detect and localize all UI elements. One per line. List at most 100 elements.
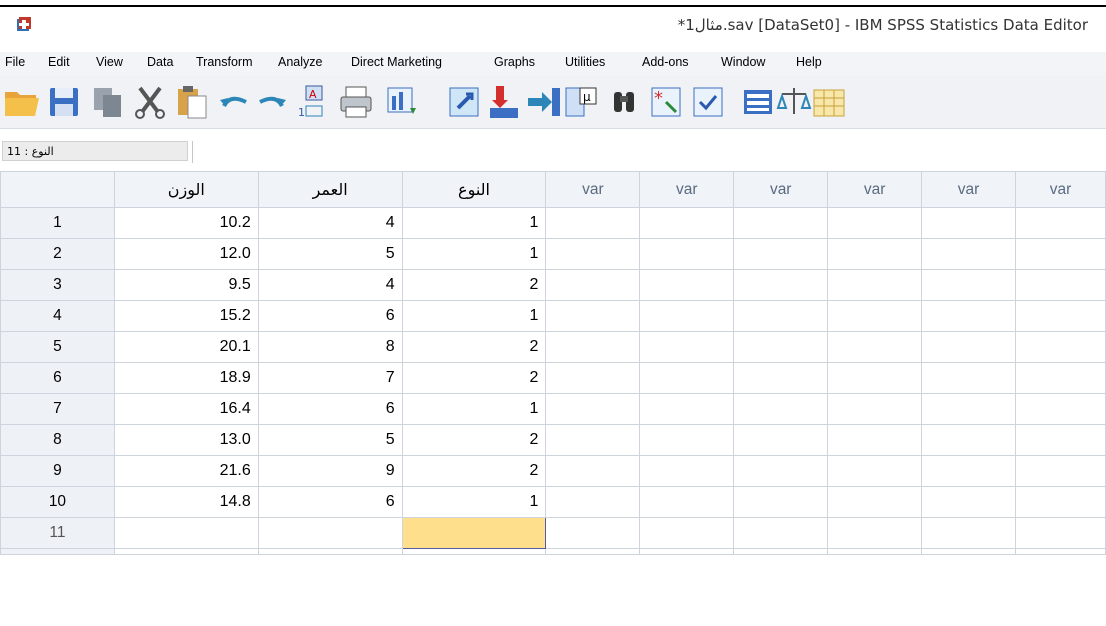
insert-variable-icon[interactable] xyxy=(524,82,564,122)
empty-cell[interactable] xyxy=(827,548,923,555)
data-cell[interactable]: 2 xyxy=(401,331,547,363)
menu-edit[interactable]: Edit xyxy=(48,55,70,69)
empty-cell[interactable] xyxy=(827,331,923,363)
data-cell[interactable]: 2 xyxy=(401,455,547,487)
row-number[interactable]: 6 xyxy=(0,362,115,394)
empty-cell[interactable] xyxy=(827,424,923,456)
data-cell[interactable]: 4 xyxy=(257,269,403,301)
empty-cell[interactable] xyxy=(827,393,923,425)
empty-cell[interactable] xyxy=(733,455,829,487)
row-number[interactable]: 8 xyxy=(0,424,115,456)
empty-cell[interactable] xyxy=(921,238,1016,270)
empty-cell[interactable] xyxy=(1014,300,1106,332)
empty-cell[interactable] xyxy=(921,393,1016,425)
empty-cell[interactable] xyxy=(639,424,735,456)
value-labels-icon[interactable] xyxy=(738,82,778,122)
empty-cell[interactable] xyxy=(921,486,1016,518)
empty-cell[interactable] xyxy=(545,269,641,301)
empty-cell[interactable] xyxy=(733,300,829,332)
data-cell[interactable]: 4 xyxy=(257,207,403,239)
empty-cell[interactable] xyxy=(921,207,1016,239)
data-cell[interactable]: 13.0 xyxy=(113,424,259,456)
data-cell[interactable] xyxy=(113,517,259,549)
menu-help[interactable]: Help xyxy=(796,55,822,69)
row-number[interactable]: 11 xyxy=(0,517,115,549)
data-cell[interactable]: 9 xyxy=(257,455,403,487)
data-cell[interactable]: 6 xyxy=(257,393,403,425)
menu-view[interactable]: View xyxy=(96,55,123,69)
menu-direct-marketing[interactable]: Direct Marketing xyxy=(351,55,442,69)
empty-cell[interactable] xyxy=(639,455,735,487)
menu-data[interactable]: Data xyxy=(147,55,173,69)
column-header[interactable]: var xyxy=(921,171,1016,208)
data-cell[interactable]: 2 xyxy=(401,269,547,301)
column-header[interactable]: var xyxy=(639,171,735,208)
column-header[interactable]: الوزن xyxy=(113,171,259,208)
print-icon[interactable] xyxy=(336,82,376,122)
data-cell[interactable]: 14.8 xyxy=(113,486,259,518)
empty-cell[interactable] xyxy=(639,238,735,270)
data-cell[interactable]: 1 xyxy=(401,393,547,425)
data-cell[interactable]: 1 xyxy=(401,300,547,332)
find-icon[interactable] xyxy=(604,82,644,122)
data-cell[interactable]: 1 xyxy=(401,238,547,270)
empty-cell[interactable] xyxy=(0,548,115,555)
empty-cell[interactable] xyxy=(921,548,1016,555)
empty-cell[interactable] xyxy=(1014,362,1106,394)
data-cell[interactable] xyxy=(257,517,403,549)
empty-cell[interactable] xyxy=(1014,424,1106,456)
empty-cell[interactable] xyxy=(639,331,735,363)
empty-cell[interactable] xyxy=(1014,269,1106,301)
column-header[interactable]: العمر xyxy=(257,171,403,208)
menu-transform[interactable]: Transform xyxy=(196,55,253,69)
empty-cell[interactable] xyxy=(545,424,641,456)
data-view-icon[interactable] xyxy=(382,82,422,122)
empty-cell[interactable] xyxy=(921,362,1016,394)
row-number[interactable]: 3 xyxy=(0,269,115,301)
empty-cell[interactable] xyxy=(733,393,829,425)
data-cell[interactable]: 2 xyxy=(401,424,547,456)
empty-cell[interactable] xyxy=(827,486,923,518)
spss-app-icon[interactable] xyxy=(16,16,32,32)
menu-graphs[interactable]: Graphs xyxy=(494,55,535,69)
empty-cell[interactable] xyxy=(639,207,735,239)
empty-cell[interactable] xyxy=(545,548,641,555)
data-cell[interactable]: 1 xyxy=(401,486,547,518)
empty-cell[interactable] xyxy=(827,300,923,332)
empty-cell[interactable] xyxy=(921,300,1016,332)
empty-cell[interactable] xyxy=(639,362,735,394)
data-cell[interactable]: 1 xyxy=(401,207,547,239)
empty-cell[interactable] xyxy=(733,238,829,270)
empty-cell[interactable] xyxy=(733,486,829,518)
data-cell[interactable]: 7 xyxy=(257,362,403,394)
data-cell[interactable]: 21.6 xyxy=(113,455,259,487)
empty-cell[interactable] xyxy=(639,269,735,301)
row-number[interactable]: 7 xyxy=(0,393,115,425)
selected-cell[interactable] xyxy=(401,517,547,549)
empty-cell[interactable] xyxy=(921,424,1016,456)
empty-cell[interactable] xyxy=(921,517,1016,549)
data-cell[interactable]: 10.2 xyxy=(113,207,259,239)
insert-case-icon[interactable] xyxy=(484,82,524,122)
empty-cell[interactable] xyxy=(1014,207,1106,239)
data-cell[interactable]: 18.9 xyxy=(113,362,259,394)
copy-icon[interactable] xyxy=(88,82,128,122)
menu-analyze[interactable]: Analyze xyxy=(278,55,322,69)
empty-cell[interactable] xyxy=(1014,331,1106,363)
empty-cell[interactable] xyxy=(921,331,1016,363)
empty-cell[interactable] xyxy=(1014,517,1106,549)
empty-cell[interactable] xyxy=(545,362,641,394)
empty-cell[interactable] xyxy=(921,455,1016,487)
row-number[interactable]: 2 xyxy=(0,238,115,270)
empty-cell[interactable] xyxy=(1014,393,1106,425)
sort-icon[interactable]: A1 xyxy=(292,82,332,122)
scale-icon[interactable] xyxy=(774,82,814,122)
undo-icon[interactable] xyxy=(214,82,254,122)
data-cell[interactable]: 9.5 xyxy=(113,269,259,301)
empty-cell[interactable] xyxy=(401,548,547,555)
open-folder-icon[interactable] xyxy=(2,82,42,122)
data-cell[interactable]: 16.4 xyxy=(113,393,259,425)
column-header[interactable]: var xyxy=(1014,171,1106,208)
empty-cell[interactable] xyxy=(733,207,829,239)
empty-cell[interactable] xyxy=(733,548,829,555)
